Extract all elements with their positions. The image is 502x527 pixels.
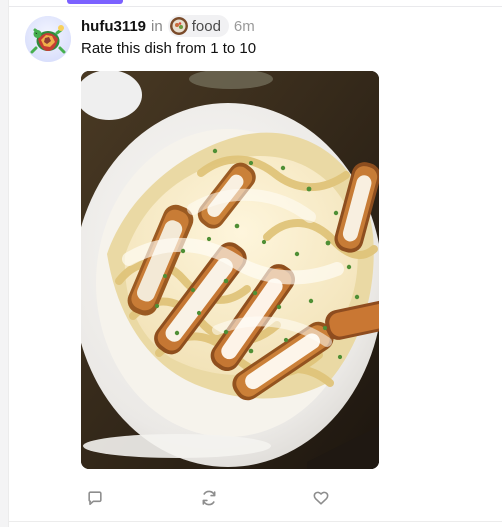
post-image[interactable] — [81, 71, 379, 469]
food-photo — [81, 71, 379, 469]
post-text: Rate this dish from 1 to 10 — [81, 40, 257, 57]
post-card: hufu3119 in food 6m Rate this dish from … — [8, 0, 502, 527]
username[interactable]: hufu3119 — [81, 18, 146, 35]
top-divider — [9, 6, 502, 7]
community-name: food — [191, 17, 221, 35]
food-community-icon — [169, 17, 188, 35]
turtle-avatar-icon — [25, 16, 71, 62]
active-tab-indicator — [67, 0, 123, 4]
avatar[interactable] — [25, 16, 71, 62]
timestamp: 6m — [233, 17, 255, 35]
like-button[interactable] — [309, 486, 333, 510]
comment-icon — [88, 491, 102, 506]
post-actions — [83, 486, 343, 510]
comment-button[interactable] — [83, 486, 107, 510]
heart-icon — [313, 491, 329, 505]
repost-button[interactable] — [197, 486, 221, 510]
post-header: hufu3119 in food 6m — [81, 15, 255, 37]
in-label: in — [151, 17, 163, 35]
community-chip[interactable]: food — [167, 15, 229, 37]
bottom-divider — [9, 521, 502, 522]
repost-icon — [202, 490, 216, 506]
